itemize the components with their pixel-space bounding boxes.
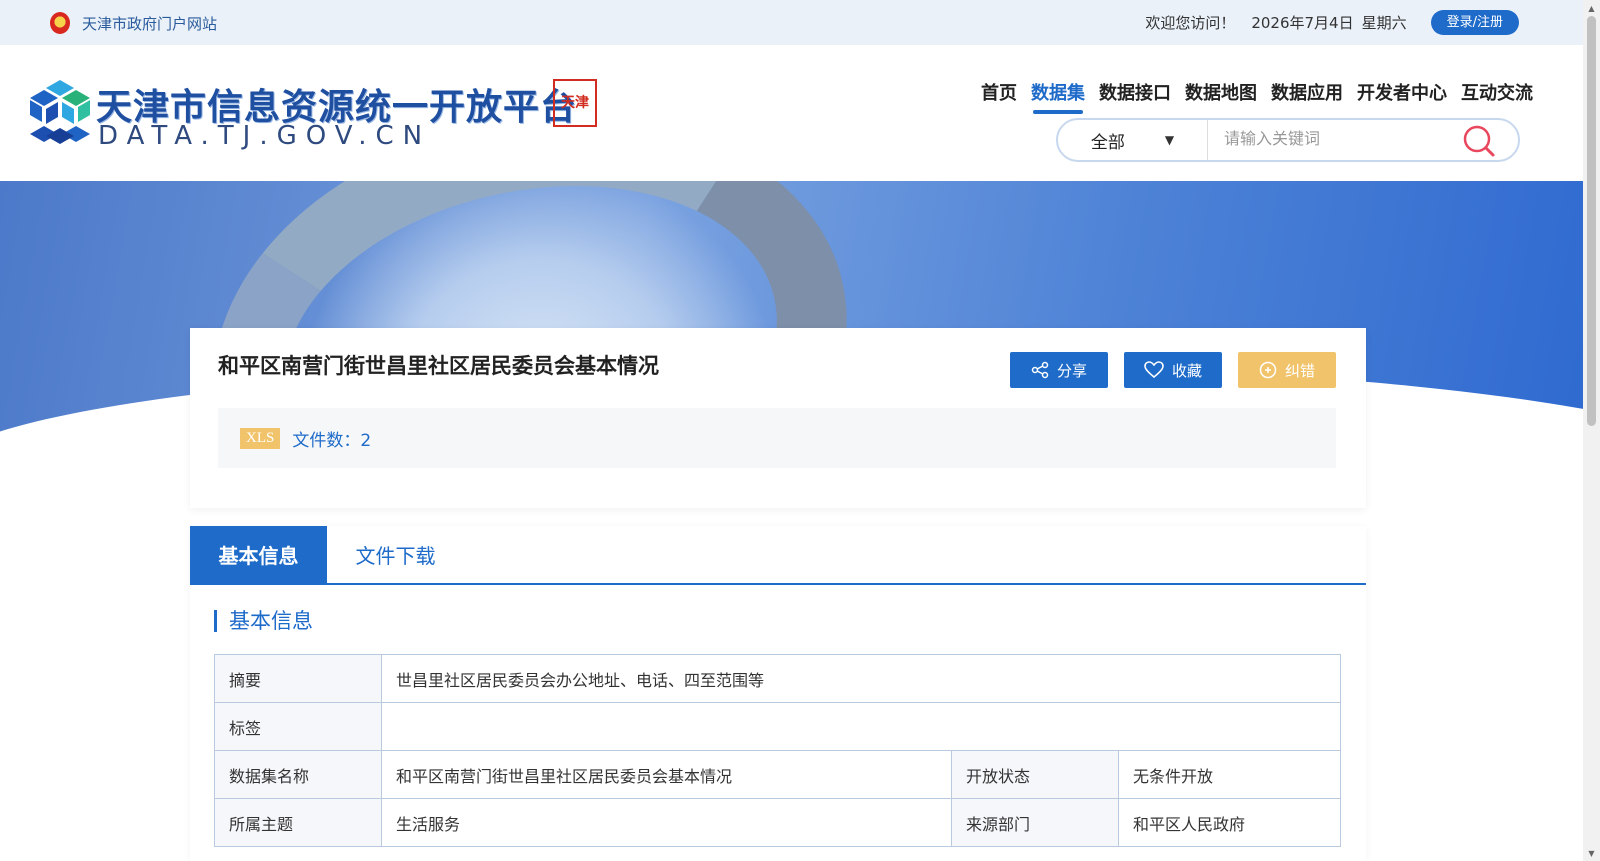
cube-logo-icon <box>30 80 90 144</box>
table-row: 数据集名称 和平区南营门街世昌里社区居民委员会基本情况 开放状态 无条件开放 <box>214 750 1341 799</box>
search-scope-select[interactable]: 全部 ▼ <box>1058 120 1208 160</box>
nav-data-map[interactable]: 数据地图 <box>1185 79 1257 113</box>
weekday-text: 星期六 <box>1361 13 1407 32</box>
site-header: 天津市信息资源统一开放平台 DATA.TJ.GOV.CN 天津 首页 数据集 数… <box>0 45 1583 181</box>
national-emblem-icon <box>50 12 70 34</box>
main-nav: 首页 数据集 数据接口 数据地图 数据应用 开发者中心 互动交流 <box>981 79 1533 114</box>
xls-format-badge: XLS <box>240 427 281 449</box>
nav-apps[interactable]: 数据应用 <box>1271 79 1343 113</box>
heart-icon <box>1144 361 1164 379</box>
source-dept-label: 来源部门 <box>951 798 1119 847</box>
scroll-down-icon[interactable]: ▼ <box>1583 845 1600 861</box>
login-register-button[interactable]: 登录/注册 <box>1430 9 1519 35</box>
tianjin-seal: 天津 <box>553 79 597 127</box>
tags-label: 标签 <box>214 702 382 751</box>
favorite-label: 收藏 <box>1171 361 1202 380</box>
source-dept-value: 和平区人民政府 <box>1118 798 1341 847</box>
page-scrollbar[interactable]: ▲ ▼ <box>1583 0 1600 861</box>
file-info-strip: XLS 文件数：2 <box>218 408 1336 468</box>
top-bar: 天津市政府门户网站 欢迎您访问！ 2026年7月4日 星期六 登录/注册 <box>0 0 1583 45</box>
open-status-value: 无条件开放 <box>1118 750 1341 799</box>
detail-panel: 基本信息 文件下载 基本信息 摘要 世昌里社区居民委员会办公地址、电话、四至范围… <box>190 526 1366 861</box>
report-error-label: 纠错 <box>1284 361 1315 380</box>
share-label: 分享 <box>1056 361 1087 380</box>
search-box: 全部 ▼ <box>1056 118 1520 162</box>
nav-home[interactable]: 首页 <box>981 79 1017 113</box>
report-error-button[interactable]: 纠错 <box>1238 352 1336 388</box>
dataset-name-label: 数据集名称 <box>214 750 382 799</box>
topic-value: 生活服务 <box>381 798 952 847</box>
logo-domain: DATA.TJ.GOV.CN <box>98 121 432 151</box>
dataset-name-value: 和平区南营门街世昌里社区居民委员会基本情况 <box>381 750 952 799</box>
summary-value: 世昌里社区居民委员会办公地址、电话、四至范围等 <box>381 654 1341 703</box>
search-icon[interactable] <box>1462 124 1496 158</box>
nav-datasets[interactable]: 数据集 <box>1031 79 1085 114</box>
file-count: 文件数：2 <box>292 430 372 451</box>
basic-info-table: 摘要 世昌里社区居民委员会办公地址、电话、四至范围等 标签 数据集名称 和平区南… <box>214 654 1341 847</box>
tab-file-download[interactable]: 文件下载 <box>327 526 464 583</box>
tags-value <box>381 702 1341 751</box>
nav-api[interactable]: 数据接口 <box>1099 79 1171 113</box>
chevron-down-icon: ▼ <box>1164 133 1175 147</box>
error-correction-icon <box>1259 361 1277 379</box>
date-text: 2026年7月4日 <box>1251 13 1354 32</box>
detail-tabs: 基本信息 文件下载 <box>190 526 1366 585</box>
table-row: 摘要 世昌里社区居民委员会办公地址、电话、四至范围等 <box>214 654 1341 703</box>
search-input[interactable] <box>1208 130 1448 150</box>
nav-interaction[interactable]: 互动交流 <box>1461 79 1533 113</box>
table-row: 所属主题 生活服务 来源部门 和平区人民政府 <box>214 798 1341 847</box>
dataset-card: 和平区南营门街世昌里社区居民委员会基本情况 分享 收藏 纠错 XLS 文件数：2 <box>190 328 1366 508</box>
nav-developer[interactable]: 开发者中心 <box>1357 79 1447 113</box>
gov-portal-label: 天津市政府门户网站 <box>82 14 218 33</box>
favorite-button[interactable]: 收藏 <box>1124 352 1222 388</box>
welcome-text: 欢迎您访问！ <box>1145 13 1236 32</box>
table-row: 标签 <box>214 702 1341 751</box>
scroll-thumb[interactable] <box>1587 16 1596 426</box>
site-logo[interactable]: 天津市信息资源统一开放平台 DATA.TJ.GOV.CN 天津 <box>28 75 608 165</box>
scroll-up-icon[interactable]: ▲ <box>1583 0 1600 16</box>
tab-basic-info[interactable]: 基本信息 <box>190 526 327 583</box>
search-scope-value: 全部 <box>1090 132 1125 153</box>
share-button[interactable]: 分享 <box>1010 352 1108 388</box>
gov-portal-link[interactable]: 天津市政府门户网站 <box>50 11 217 35</box>
top-bar-right: 欢迎您访问！ 2026年7月4日 星期六 登录/注册 <box>1145 9 1519 35</box>
open-status-label: 开放状态 <box>951 750 1119 799</box>
dataset-actions: 分享 收藏 纠错 <box>1010 352 1336 388</box>
share-icon <box>1031 361 1049 379</box>
topic-label: 所属主题 <box>214 798 382 847</box>
summary-label: 摘要 <box>214 654 382 703</box>
section-title: 基本信息 <box>214 610 313 632</box>
dataset-title: 和平区南营门街世昌里社区居民委员会基本情况 <box>218 354 659 378</box>
